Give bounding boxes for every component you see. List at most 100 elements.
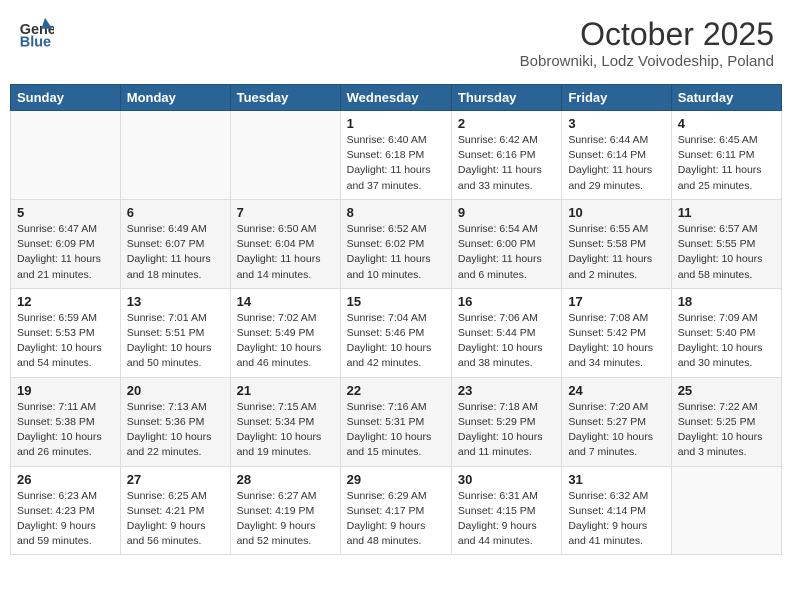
calendar-cell: 21 Sunrise: 7:15 AM Sunset: 5:34 PM Dayli… bbox=[230, 377, 340, 466]
day-number: 28 bbox=[237, 472, 334, 487]
weekday-header-row: SundayMondayTuesdayWednesdayThursdayFrid… bbox=[11, 85, 782, 111]
svg-text:Blue: Blue bbox=[20, 35, 51, 51]
logo: General Blue bbox=[18, 16, 56, 52]
day-info: Sunrise: 6:59 AM Sunset: 5:53 PM Dayligh… bbox=[17, 311, 114, 372]
day-info: Sunrise: 6:44 AM Sunset: 6:14 PM Dayligh… bbox=[568, 133, 664, 194]
weekday-header-tuesday: Tuesday bbox=[230, 85, 340, 111]
day-number: 15 bbox=[347, 294, 445, 309]
calendar-cell: 1Sunrise: 6:40 AM Sunset: 6:18 PM Daylig… bbox=[340, 111, 451, 200]
day-info: Sunrise: 7:08 AM Sunset: 5:42 PM Dayligh… bbox=[568, 311, 664, 372]
day-number: 22 bbox=[347, 383, 445, 398]
day-number: 23 bbox=[458, 383, 555, 398]
weekday-header-monday: Monday bbox=[120, 85, 230, 111]
day-info: Sunrise: 6:32 AM Sunset: 4:14 PM Dayligh… bbox=[568, 489, 664, 550]
weekday-header-friday: Friday bbox=[562, 85, 671, 111]
day-info: Sunrise: 7:15 AM Sunset: 5:34 PM Dayligh… bbox=[237, 400, 334, 461]
day-number: 25 bbox=[678, 383, 775, 398]
calendar-cell: 2 Sunrise: 6:42 AM Sunset: 6:16 PM Daylig… bbox=[451, 111, 561, 200]
calendar-cell bbox=[120, 111, 230, 200]
calendar-cell bbox=[11, 111, 121, 200]
weekday-header-saturday: Saturday bbox=[671, 85, 781, 111]
day-info: Sunrise: 6:42 AM Sunset: 6:16 PM Dayligh… bbox=[458, 133, 555, 194]
calendar-week-4: 19Sunrise: 7:11 AM Sunset: 5:38 PM Dayli… bbox=[11, 377, 782, 466]
calendar-cell: 4Sunrise: 6:45 AM Sunset: 6:11 PM Daylig… bbox=[671, 111, 781, 200]
day-number: 31 bbox=[568, 472, 664, 487]
weekday-header-sunday: Sunday bbox=[11, 85, 121, 111]
day-number: 6 bbox=[127, 205, 224, 220]
calendar-cell: 22 Sunrise: 7:16 AM Sunset: 5:31 PM Dayli… bbox=[340, 377, 451, 466]
day-number: 20 bbox=[127, 383, 224, 398]
day-info: Sunrise: 7:16 AM Sunset: 5:31 PM Dayligh… bbox=[347, 400, 445, 461]
calendar-cell: 14Sunrise: 7:02 AM Sunset: 5:49 PM Dayli… bbox=[230, 288, 340, 377]
day-info: Sunrise: 7:04 AM Sunset: 5:46 PM Dayligh… bbox=[347, 311, 445, 372]
calendar-cell: 6 Sunrise: 6:49 AM Sunset: 6:07 PM Daylig… bbox=[120, 199, 230, 288]
day-info: Sunrise: 7:18 AM Sunset: 5:29 PM Dayligh… bbox=[458, 400, 555, 461]
calendar-cell: 20 Sunrise: 7:13 AM Sunset: 5:36 PM Dayli… bbox=[120, 377, 230, 466]
day-number: 17 bbox=[568, 294, 664, 309]
day-info: Sunrise: 6:31 AM Sunset: 4:15 PM Dayligh… bbox=[458, 489, 555, 550]
day-number: 16 bbox=[458, 294, 555, 309]
month-title: October 2025 bbox=[520, 16, 774, 53]
day-info: Sunrise: 6:25 AM Sunset: 4:21 PM Dayligh… bbox=[127, 489, 224, 550]
calendar-cell: 29 Sunrise: 6:29 AM Sunset: 4:17 PM Dayli… bbox=[340, 466, 451, 555]
calendar-cell: 25Sunrise: 7:22 AM Sunset: 5:25 PM Dayli… bbox=[671, 377, 781, 466]
calendar-cell: 10Sunrise: 6:55 AM Sunset: 5:58 PM Dayli… bbox=[562, 199, 671, 288]
calendar-cell: 3 Sunrise: 6:44 AM Sunset: 6:14 PM Daylig… bbox=[562, 111, 671, 200]
location: Bobrowniki, Lodz Voivodeship, Poland bbox=[520, 53, 774, 70]
calendar-cell: 31 Sunrise: 6:32 AM Sunset: 4:14 PM Dayli… bbox=[562, 466, 671, 555]
day-number: 27 bbox=[127, 472, 224, 487]
day-number: 21 bbox=[237, 383, 334, 398]
day-info: Sunrise: 6:45 AM Sunset: 6:11 PM Dayligh… bbox=[678, 133, 775, 194]
calendar-cell: 23 Sunrise: 7:18 AM Sunset: 5:29 PM Dayli… bbox=[451, 377, 561, 466]
calendar-week-5: 26Sunrise: 6:23 AM Sunset: 4:23 PM Dayli… bbox=[11, 466, 782, 555]
day-number: 29 bbox=[347, 472, 445, 487]
day-info: Sunrise: 7:06 AM Sunset: 5:44 PM Dayligh… bbox=[458, 311, 555, 372]
calendar-cell: 28 Sunrise: 6:27 AM Sunset: 4:19 PM Dayli… bbox=[230, 466, 340, 555]
calendar-week-2: 5Sunrise: 6:47 AM Sunset: 6:09 PM Daylig… bbox=[11, 199, 782, 288]
calendar-cell: 16 Sunrise: 7:06 AM Sunset: 5:44 PM Dayli… bbox=[451, 288, 561, 377]
day-info: Sunrise: 6:27 AM Sunset: 4:19 PM Dayligh… bbox=[237, 489, 334, 550]
calendar-cell: 8 Sunrise: 6:52 AM Sunset: 6:02 PM Daylig… bbox=[340, 199, 451, 288]
day-number: 13 bbox=[127, 294, 224, 309]
day-number: 24 bbox=[568, 383, 664, 398]
logo-icon: General Blue bbox=[18, 16, 54, 52]
day-info: Sunrise: 6:54 AM Sunset: 6:00 PM Dayligh… bbox=[458, 222, 555, 283]
calendar-table: SundayMondayTuesdayWednesdayThursdayFrid… bbox=[10, 84, 782, 555]
day-info: Sunrise: 7:13 AM Sunset: 5:36 PM Dayligh… bbox=[127, 400, 224, 461]
day-info: Sunrise: 6:29 AM Sunset: 4:17 PM Dayligh… bbox=[347, 489, 445, 550]
calendar-cell: 15 Sunrise: 7:04 AM Sunset: 5:46 PM Dayli… bbox=[340, 288, 451, 377]
calendar-cell: 17 Sunrise: 7:08 AM Sunset: 5:42 PM Dayli… bbox=[562, 288, 671, 377]
calendar-cell: 12 Sunrise: 6:59 AM Sunset: 5:53 PM Dayli… bbox=[11, 288, 121, 377]
calendar-cell bbox=[230, 111, 340, 200]
day-number: 11 bbox=[678, 205, 775, 220]
day-info: Sunrise: 6:55 AM Sunset: 5:58 PM Dayligh… bbox=[568, 222, 664, 283]
title-block: October 2025 Bobrowniki, Lodz Voivodeshi… bbox=[520, 16, 774, 70]
day-number: 30 bbox=[458, 472, 555, 487]
calendar-cell bbox=[671, 466, 781, 555]
day-number: 5 bbox=[17, 205, 114, 220]
day-info: Sunrise: 6:52 AM Sunset: 6:02 PM Dayligh… bbox=[347, 222, 445, 283]
day-info: Sunrise: 6:23 AM Sunset: 4:23 PM Dayligh… bbox=[17, 489, 114, 550]
day-number: 18 bbox=[678, 294, 775, 309]
day-info: Sunrise: 6:57 AM Sunset: 5:55 PM Dayligh… bbox=[678, 222, 775, 283]
day-number: 19 bbox=[17, 383, 114, 398]
day-number: 12 bbox=[17, 294, 114, 309]
calendar-cell: 18Sunrise: 7:09 AM Sunset: 5:40 PM Dayli… bbox=[671, 288, 781, 377]
calendar-cell: 30 Sunrise: 6:31 AM Sunset: 4:15 PM Dayli… bbox=[451, 466, 561, 555]
day-info: Sunrise: 7:01 AM Sunset: 5:51 PM Dayligh… bbox=[127, 311, 224, 372]
day-number: 1 bbox=[347, 116, 445, 131]
page-header: General Blue October 2025 Bobrowniki, Lo… bbox=[10, 10, 782, 76]
calendar-cell: 9Sunrise: 6:54 AM Sunset: 6:00 PM Daylig… bbox=[451, 199, 561, 288]
day-info: Sunrise: 6:50 AM Sunset: 6:04 PM Dayligh… bbox=[237, 222, 334, 283]
calendar-cell: 5Sunrise: 6:47 AM Sunset: 6:09 PM Daylig… bbox=[11, 199, 121, 288]
calendar-week-1: 1Sunrise: 6:40 AM Sunset: 6:18 PM Daylig… bbox=[11, 111, 782, 200]
weekday-header-wednesday: Wednesday bbox=[340, 85, 451, 111]
day-number: 14 bbox=[237, 294, 334, 309]
calendar-week-3: 12 Sunrise: 6:59 AM Sunset: 5:53 PM Dayli… bbox=[11, 288, 782, 377]
day-info: Sunrise: 7:20 AM Sunset: 5:27 PM Dayligh… bbox=[568, 400, 664, 461]
calendar-cell: 26Sunrise: 6:23 AM Sunset: 4:23 PM Dayli… bbox=[11, 466, 121, 555]
day-number: 2 bbox=[458, 116, 555, 131]
day-number: 3 bbox=[568, 116, 664, 131]
day-info: Sunrise: 6:49 AM Sunset: 6:07 PM Dayligh… bbox=[127, 222, 224, 283]
day-number: 8 bbox=[347, 205, 445, 220]
